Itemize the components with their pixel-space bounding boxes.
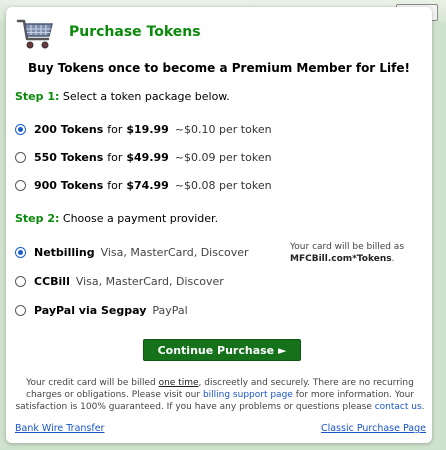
provider-radio-paypal[interactable] xyxy=(15,304,26,316)
package-option-900[interactable]: 900 Tokens for $74.99 ~$0.08 per token xyxy=(15,177,272,193)
package-price: $19.99 xyxy=(126,122,169,136)
step1-heading: Step 1: Select a token package below. xyxy=(15,90,230,103)
package-option-200[interactable]: 200 Tokens for $19.99 ~$0.10 per token xyxy=(15,121,272,137)
package-radio-900[interactable] xyxy=(15,179,26,191)
billing-note-line1: Your card will be billed as xyxy=(290,242,405,252)
package-per-token: ~$0.08 per token xyxy=(174,178,272,192)
continue-purchase-button[interactable]: Continue Purchase ► xyxy=(143,339,301,361)
dialog-title: Purchase Tokens xyxy=(69,24,201,40)
tagline: Buy Tokens once to become a Premium Memb… xyxy=(28,61,410,75)
package-for: for xyxy=(107,150,123,164)
billing-note-suffix: . xyxy=(391,254,395,264)
provider-option-netbilling[interactable]: Netbilling Visa, MasterCard, Discover xyxy=(15,244,249,260)
provider-option-ccbill[interactable]: CCBill Visa, MasterCard, Discover xyxy=(15,273,224,289)
provider-radio-netbilling[interactable] xyxy=(15,246,26,258)
package-price: $74.99 xyxy=(126,178,169,192)
shopping-cart-icon xyxy=(16,19,53,49)
package-tokens: 200 Tokens xyxy=(34,122,104,136)
billing-note-line2: MFCBill.com*Tokens. xyxy=(290,253,404,265)
package-option-550[interactable]: 550 Tokens for $49.99 ~$0.09 per token xyxy=(15,149,272,165)
contact-us-link[interactable]: contact us xyxy=(375,402,422,412)
package-per-token: ~$0.09 per token xyxy=(174,150,272,164)
package-radio-200[interactable] xyxy=(15,123,26,135)
step1-text: Select a token package below. xyxy=(62,90,230,103)
bank-wire-transfer-link[interactable]: Bank Wire Transfer xyxy=(15,423,104,434)
step2-label: Step 2: xyxy=(15,212,60,225)
package-tokens: 900 Tokens xyxy=(34,178,104,192)
provider-methods: PayPal xyxy=(152,303,188,317)
step1-label: Step 1: xyxy=(15,90,60,103)
package-radio-550[interactable] xyxy=(15,151,26,163)
fine-print: Your credit card will be billed one time… xyxy=(14,377,426,413)
dialog-header: Purchase Tokens xyxy=(6,7,432,57)
provider-name: PayPal via Segpay xyxy=(34,303,147,317)
package-for: for xyxy=(107,178,123,192)
provider-name: CCBill xyxy=(34,274,70,288)
purchase-dialog: Purchase Tokens Buy Tokens once to becom… xyxy=(6,7,432,443)
package-price: $49.99 xyxy=(126,150,169,164)
provider-methods: Visa, MasterCard, Discover xyxy=(100,245,249,259)
package-for: for xyxy=(107,122,123,136)
provider-radio-ccbill[interactable] xyxy=(15,275,26,287)
classic-purchase-page-link[interactable]: Classic Purchase Page xyxy=(321,423,426,434)
package-tokens: 550 Tokens xyxy=(34,150,104,164)
billing-name: MFCBill.com*Tokens xyxy=(290,254,392,264)
fine-text: Your credit card will be billed xyxy=(26,378,159,388)
billing-support-link[interactable]: billing support page xyxy=(203,390,293,400)
billing-descriptor-note: Your card will be billed as MFCBill.com*… xyxy=(290,241,404,265)
one-time-text: one time xyxy=(158,378,199,388)
fine-text: . xyxy=(421,402,425,412)
package-per-token: ~$0.10 per token xyxy=(174,122,272,136)
provider-name: Netbilling xyxy=(34,245,95,259)
provider-option-paypal[interactable]: PayPal via Segpay PayPal xyxy=(15,302,188,318)
step2-heading: Step 2: Choose a payment provider. xyxy=(15,212,218,225)
provider-methods: Visa, MasterCard, Discover xyxy=(75,274,224,288)
step2-text: Choose a payment provider. xyxy=(62,212,219,225)
